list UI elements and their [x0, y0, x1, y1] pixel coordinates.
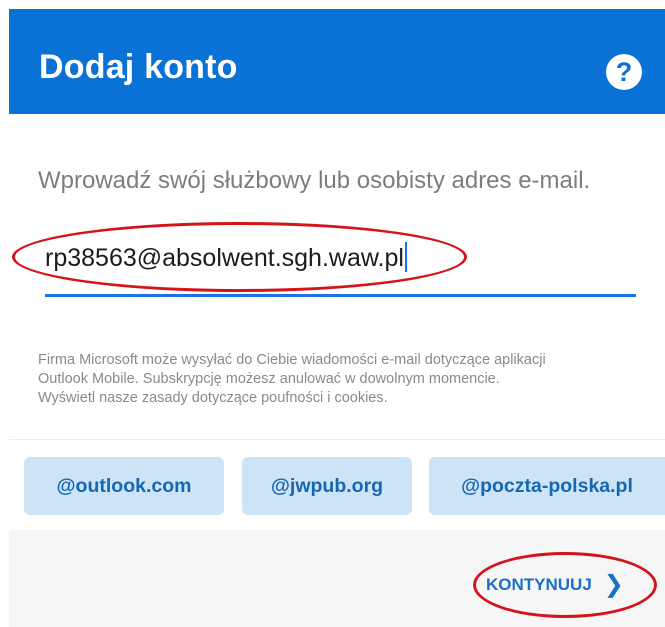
divider	[9, 439, 665, 440]
page-title: Dodaj konto	[39, 48, 238, 86]
app-header: Dodaj konto ?	[9, 9, 665, 114]
privacy-cookies-link[interactable]: Wyświetl nasze zasady dotyczące poufnośc…	[38, 389, 653, 408]
add-account-screen: Dodaj konto ? Wprowadź swój służbowy lub…	[0, 0, 665, 627]
email-input-value[interactable]: rp38563@absolwent.sgh.waw.pl	[45, 238, 407, 278]
notice-line-2: Outlook Mobile. Subskrypcję możesz anulo…	[38, 371, 500, 387]
email-field-underline	[45, 294, 636, 297]
notice-line-1: Firma Microsoft może wysyłać do Ciebie w…	[38, 352, 546, 368]
continue-button[interactable]: KONTYNUUJ ❯	[486, 570, 624, 600]
privacy-notice: Firma Microsoft może wysyłać do Ciebie w…	[38, 351, 653, 408]
domain-suggestion-outlook[interactable]: @outlook.com	[24, 457, 224, 515]
email-field[interactable]: rp38563@absolwent.sgh.waw.pl	[45, 238, 636, 297]
continue-label: KONTYNUUJ	[486, 575, 592, 594]
chevron-right-icon: ❯	[603, 571, 624, 598]
email-prompt: Wprowadź swój służbowy lub osobisty adre…	[38, 167, 591, 194]
text-cursor	[404, 242, 407, 272]
help-question-icon[interactable]: ?	[606, 54, 642, 90]
domain-suggestion-poczta-polska[interactable]: @poczta-polska.pl	[429, 457, 665, 515]
domain-suggestion-jwpub[interactable]: @jwpub.org	[242, 457, 412, 515]
